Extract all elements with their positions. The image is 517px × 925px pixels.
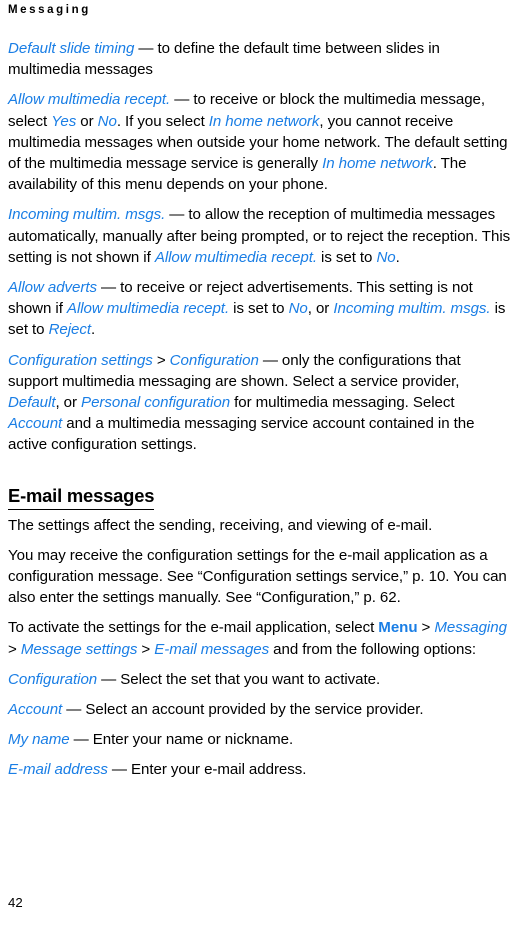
ui-term: In home network [322, 155, 433, 173]
ui-term: Account [8, 415, 63, 433]
ui-term: Allow adverts [8, 279, 98, 297]
paragraph-configuration-settings: Configuration settings > Configuration —… [8, 351, 475, 454]
ui-term: My name [8, 731, 70, 749]
ui-term: No [288, 300, 308, 318]
ui-term: No [376, 248, 396, 266]
paragraph-option-my-name: My name — Enter your name or nickname. [8, 731, 294, 749]
ui-term: Configuration [169, 351, 259, 369]
ui-term: E-mail address [8, 761, 108, 779]
ui-term: Allow multimedia recept. [8, 91, 171, 109]
ui-term: Default [8, 394, 56, 412]
paragraph-option-account: Account — Select an account provided by … [8, 701, 424, 719]
ui-term: Default slide timing [8, 40, 135, 57]
paragraph-incoming-multim-msgs: Incoming multim. msgs. — to allow the re… [8, 206, 511, 266]
ui-term: Configuration settings [8, 351, 153, 369]
ui-term: No [97, 112, 117, 130]
ui-term: Yes [51, 112, 77, 130]
paragraph-default-slide-timing: Default slide timing — to define the def… [8, 40, 440, 79]
paragraph-email-intro: The settings affect the sending, receivi… [8, 516, 433, 534]
manual-page: Messaging Default slide timing — to defi… [0, 0, 517, 925]
running-head-chapter-title: Messaging [8, 4, 91, 16]
paragraph-email-config-message: You may receive the configuration settin… [8, 546, 507, 607]
paragraph-option-configuration: Configuration — Select the set that you … [8, 670, 381, 688]
paragraph-allow-adverts: Allow adverts — to receive or reject adv… [8, 279, 506, 339]
ui-term: Account [8, 701, 63, 719]
section-heading-wrapper: E-mail messages [8, 465, 511, 515]
paragraph-allow-multimedia-recept: Allow multimedia recept. — to receive or… [8, 91, 508, 194]
ui-term: Allow multimedia recept. [66, 300, 230, 318]
ui-term: E-mail messages [154, 640, 270, 658]
ui-term: Personal configuration [81, 394, 231, 412]
ui-term: Messaging [434, 619, 507, 637]
ui-term: Incoming multim. msgs. [333, 300, 491, 318]
softkey-term: Menu [378, 619, 418, 637]
page-body-content: Default slide timing — to define the def… [8, 38, 511, 790]
ui-term: Allow multimedia recept. [154, 248, 317, 266]
section-heading-email-messages: E-mail messages [8, 484, 154, 510]
ui-term: Message settings [20, 640, 138, 658]
ui-term: Reject [48, 321, 92, 339]
page-number: 42 [8, 895, 23, 910]
mms-settings-paragraph-group: Default slide timing — to define the def… [8, 38, 511, 456]
ui-term: Configuration [8, 670, 98, 688]
ui-term: Incoming multim. msgs. [8, 206, 166, 224]
paragraph-option-email-address: E-mail address — Enter your e-mail addre… [8, 761, 307, 779]
email-settings-paragraph-group: The settings affect the sending, receivi… [8, 515, 511, 781]
paragraph-email-activate: To activate the settings for the e-mail … [8, 619, 507, 658]
ui-term: In home network [208, 112, 320, 130]
